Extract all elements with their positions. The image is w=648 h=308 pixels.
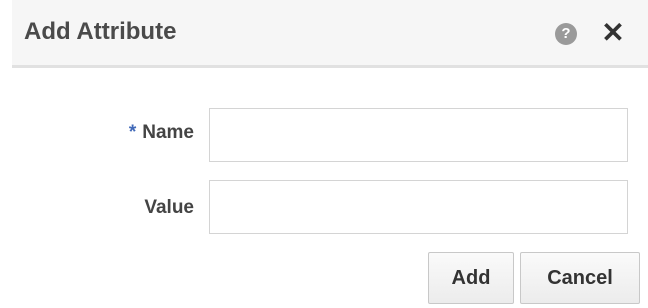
name-field[interactable] bbox=[209, 108, 628, 162]
value-label: Value bbox=[144, 197, 194, 218]
required-indicator: * bbox=[128, 122, 137, 143]
close-icon[interactable]: ✕ bbox=[600, 18, 626, 48]
help-icon[interactable]: ? bbox=[555, 23, 577, 45]
add-button[interactable]: Add bbox=[428, 252, 514, 304]
cancel-button[interactable]: Cancel bbox=[520, 252, 640, 304]
dialog-title: Add Attribute bbox=[24, 18, 177, 45]
name-label: * Name bbox=[129, 122, 194, 144]
add-attribute-dialog: Add Attribute ? ✕ * Name Value Add Cancel bbox=[0, 0, 648, 308]
dialog-header: Add Attribute bbox=[12, 0, 648, 68]
name-label-text: Name bbox=[142, 122, 194, 143]
value-field[interactable] bbox=[209, 180, 628, 234]
